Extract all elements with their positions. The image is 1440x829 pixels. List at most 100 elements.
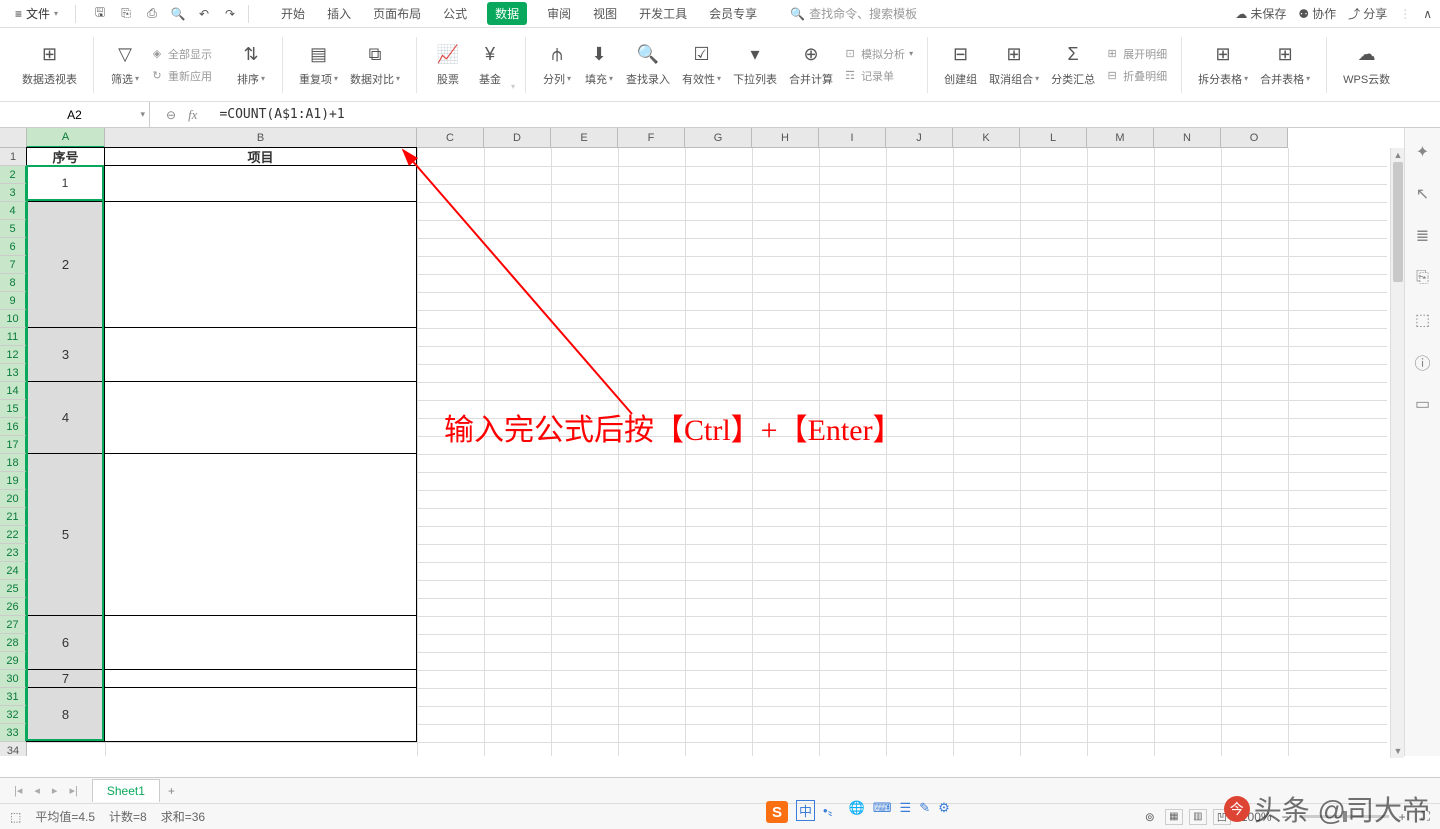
- row-header-19[interactable]: 19: [0, 472, 27, 490]
- row-header-20[interactable]: 20: [0, 490, 27, 508]
- row-header-33[interactable]: 33: [0, 724, 27, 742]
- panel-book-icon[interactable]: ▭: [1413, 394, 1433, 414]
- view-normal-icon[interactable]: ▦: [1165, 809, 1183, 825]
- cell[interactable]: [104, 201, 417, 328]
- dropdown-button[interactable]: ▾下拉列表: [727, 41, 783, 89]
- row-header-13[interactable]: 13: [0, 364, 27, 382]
- dedup-button[interactable]: ▤重复项▾: [293, 41, 344, 89]
- column-header-I[interactable]: I: [819, 128, 886, 148]
- row-header-6[interactable]: 6: [0, 238, 27, 256]
- file-menu[interactable]: ≡ 文件 ▾: [8, 2, 65, 25]
- row-header-23[interactable]: 23: [0, 544, 27, 562]
- merge-table-button[interactable]: ⊞合并表格▾: [1254, 41, 1316, 89]
- tab-视图[interactable]: 视图: [591, 2, 619, 25]
- column-header-B[interactable]: B: [105, 128, 417, 148]
- tab-数据[interactable]: 数据: [487, 2, 527, 25]
- select-all-corner[interactable]: [0, 128, 27, 148]
- sheet-prev-icon[interactable]: ◂: [30, 782, 44, 799]
- stats-icon[interactable]: ⊚: [1145, 810, 1155, 824]
- row-header-5[interactable]: 5: [0, 220, 27, 238]
- row-header-2[interactable]: 2: [0, 166, 27, 184]
- cell[interactable]: [104, 453, 417, 616]
- column-header-M[interactable]: M: [1087, 128, 1154, 148]
- row-header-28[interactable]: 28: [0, 634, 27, 652]
- scroll-up-icon[interactable]: ▲: [1391, 148, 1405, 162]
- find-input-button[interactable]: 🔍查找录入: [620, 41, 676, 89]
- cells[interactable]: 序号项目123456781: [27, 148, 1288, 756]
- row-header-25[interactable]: 25: [0, 580, 27, 598]
- unsaved-indicator[interactable]: ☁未保存: [1235, 5, 1286, 22]
- row-header-22[interactable]: 22: [0, 526, 27, 544]
- row-header-24[interactable]: 24: [0, 562, 27, 580]
- column-header-L[interactable]: L: [1020, 128, 1087, 148]
- column-header-K[interactable]: K: [953, 128, 1020, 148]
- group-button[interactable]: ⊟创建组: [938, 41, 983, 89]
- tab-页面布局[interactable]: 页面布局: [371, 2, 423, 25]
- subtotal-button[interactable]: Σ分类汇总: [1045, 41, 1101, 89]
- panel-select-icon[interactable]: ↖: [1413, 184, 1433, 204]
- row-header-17[interactable]: 17: [0, 436, 27, 454]
- row-header-27[interactable]: 27: [0, 616, 27, 634]
- cell[interactable]: 2: [26, 201, 105, 328]
- name-box[interactable]: ▾: [0, 102, 150, 127]
- cell[interactable]: 1: [26, 165, 105, 202]
- tab-开发工具[interactable]: 开发工具: [637, 2, 689, 25]
- column-header-C[interactable]: C: [417, 128, 484, 148]
- show-all-button[interactable]: ◈全部显示: [150, 46, 212, 62]
- row-header-16[interactable]: 16: [0, 418, 27, 436]
- cell[interactable]: 3: [26, 327, 105, 382]
- cell[interactable]: [104, 381, 417, 454]
- row-header-9[interactable]: 9: [0, 292, 27, 310]
- column-header-H[interactable]: H: [752, 128, 819, 148]
- sort-button[interactable]: ⇅排序▾: [230, 41, 272, 89]
- collapse-button[interactable]: ⊟折叠明细: [1105, 68, 1167, 84]
- grid[interactable]: ABCDEFGHIJKLMNO 123456789101112131415161…: [0, 128, 1404, 756]
- row-header-4[interactable]: 4: [0, 202, 27, 220]
- split-table-button[interactable]: ⊞拆分表格▾: [1192, 41, 1254, 89]
- column-header-F[interactable]: F: [618, 128, 685, 148]
- share-button[interactable]: ⤴分享: [1348, 5, 1387, 22]
- coop-button[interactable]: ⚉协作: [1298, 5, 1336, 22]
- row-header-7[interactable]: 7: [0, 256, 27, 274]
- cell[interactable]: [104, 687, 417, 742]
- ungroup-button[interactable]: ⊞取消组合▾: [983, 41, 1045, 89]
- sheet-next-icon[interactable]: ▸: [48, 782, 62, 799]
- sheet-last-icon[interactable]: ▸|: [65, 782, 81, 799]
- data-compare-button[interactable]: ⧉数据对比▾: [344, 41, 406, 89]
- reapply-button[interactable]: ↻重新应用: [150, 68, 212, 84]
- print-icon[interactable]: ⎙: [144, 6, 160, 22]
- panel-help-icon[interactable]: ⓘ: [1413, 352, 1433, 372]
- column-header-D[interactable]: D: [484, 128, 551, 148]
- tab-插入[interactable]: 插入: [325, 2, 353, 25]
- chevron-down-icon[interactable]: ▾: [140, 109, 145, 120]
- cell[interactable]: 6: [26, 615, 105, 670]
- panel-spark-icon[interactable]: ✦: [1413, 142, 1433, 162]
- panel-settings-icon[interactable]: ≣: [1413, 226, 1433, 246]
- row-header-31[interactable]: 31: [0, 688, 27, 706]
- row-header-32[interactable]: 32: [0, 706, 27, 724]
- add-sheet-button[interactable]: +: [160, 780, 183, 802]
- column-header-A[interactable]: A: [27, 128, 105, 148]
- fx-icon[interactable]: fx: [188, 107, 197, 123]
- tab-公式[interactable]: 公式: [441, 2, 469, 25]
- column-header-E[interactable]: E: [551, 128, 618, 148]
- undo-icon[interactable]: ↶: [196, 6, 212, 22]
- cell[interactable]: 4: [26, 381, 105, 454]
- row-header-29[interactable]: 29: [0, 652, 27, 670]
- tab-会员专享[interactable]: 会员专享: [707, 2, 759, 25]
- fill-button[interactable]: ⬇填充▾: [578, 41, 620, 89]
- row-header-18[interactable]: 18: [0, 454, 27, 472]
- row-header-3[interactable]: 3: [0, 184, 27, 202]
- column-header-O[interactable]: O: [1221, 128, 1288, 148]
- row-header-8[interactable]: 8: [0, 274, 27, 292]
- text-to-columns-button[interactable]: ⫛分列▾: [536, 41, 578, 89]
- row-header-11[interactable]: 11: [0, 328, 27, 346]
- cell[interactable]: [104, 615, 417, 670]
- print-preview-icon[interactable]: 🔍: [170, 6, 186, 22]
- wps-cloud-button[interactable]: ☁WPS云数: [1337, 41, 1396, 89]
- redo-icon[interactable]: ↷: [222, 6, 238, 22]
- save-icon[interactable]: 🖫: [92, 6, 108, 22]
- column-header-J[interactable]: J: [886, 128, 953, 148]
- scroll-down-icon[interactable]: ▼: [1391, 744, 1405, 758]
- filter-button[interactable]: ▽筛选▾: [104, 41, 146, 89]
